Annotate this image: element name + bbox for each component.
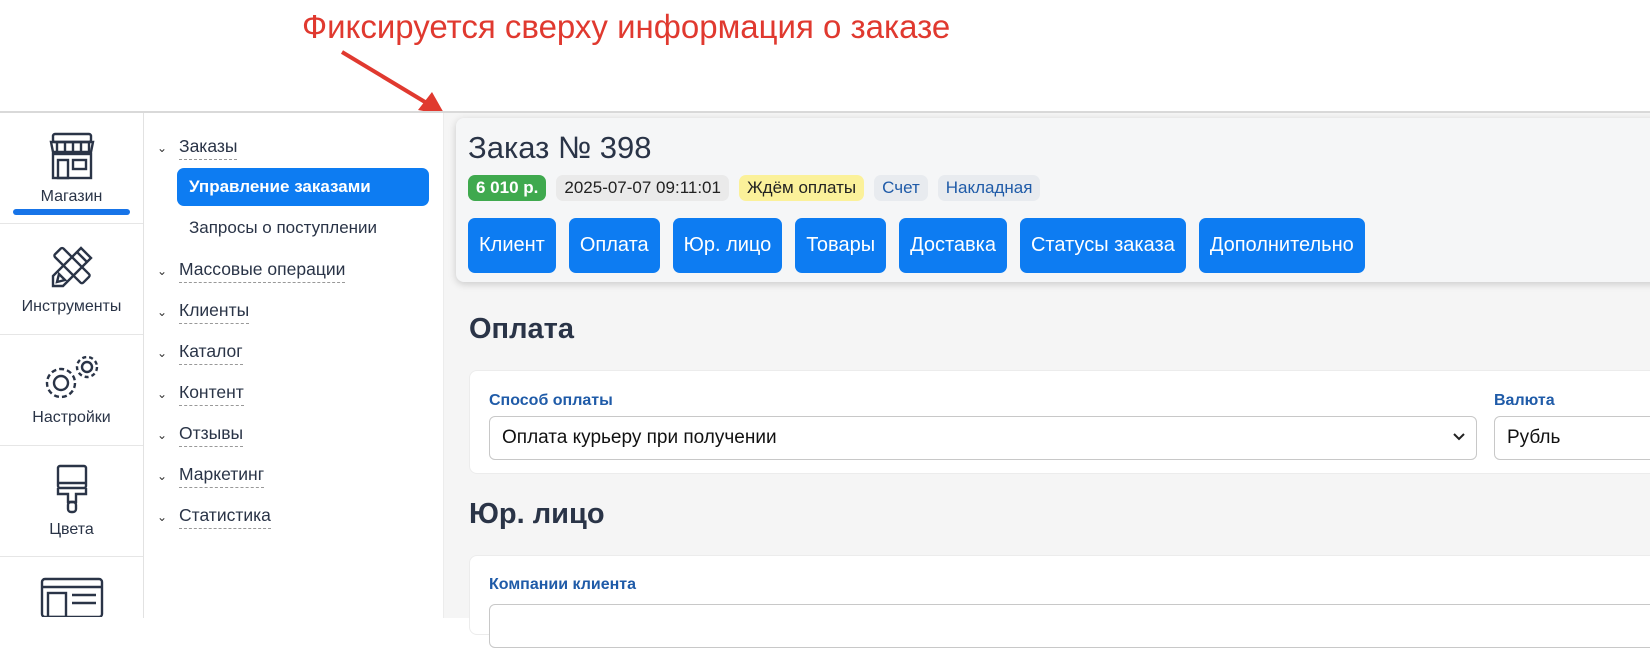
rail-item-more[interactable] xyxy=(0,557,143,617)
tools-icon xyxy=(51,246,93,288)
tab-client[interactable]: Клиент xyxy=(468,218,556,273)
store-icon xyxy=(49,132,94,180)
order-date-badge: 2025-07-07 09:11:01 xyxy=(556,175,729,201)
menu-group-label: Массовые операции xyxy=(179,259,346,283)
menu-group-label: Отзывы xyxy=(179,423,244,447)
main-content: Оплата Способ оплаты Оплата курьеру при … xyxy=(444,113,1650,648)
chevron-down-icon xyxy=(1453,433,1465,441)
rail-item-tools[interactable]: Инструменты xyxy=(0,224,143,335)
rail-item-colors[interactable]: Цвета xyxy=(0,446,143,557)
gears-icon xyxy=(45,355,98,399)
menu-group-orders[interactable]: ⌄ Заказы xyxy=(145,127,443,168)
chevron-down-icon: ⌄ xyxy=(157,468,168,483)
order-tabs: Клиент Оплата Юр. лицо Товары Доставка С… xyxy=(468,218,1365,273)
menu-group-label: Каталог xyxy=(179,341,243,365)
orders-submenu: Управление заказами Запросы о поступлени… xyxy=(145,168,443,247)
layout-icon xyxy=(40,577,103,617)
waybill-link[interactable]: Накладная xyxy=(937,175,1041,201)
order-status-badge: Ждём оплаты xyxy=(738,175,865,201)
payment-method-value: Оплата курьеру при получении xyxy=(502,427,777,448)
menu-group-catalog[interactable]: ⌄ Каталог xyxy=(145,332,443,373)
client-companies-select[interactable] xyxy=(489,604,1650,648)
chevron-down-icon: ⌄ xyxy=(157,427,168,442)
menu-group-label: Клиенты xyxy=(179,300,250,324)
chevron-down-icon: ⌄ xyxy=(157,140,168,155)
submenu-item-order-management[interactable]: Управление заказами xyxy=(177,168,429,206)
icon-rail: Магазин Инструменты Настройки Цвета xyxy=(0,113,144,618)
order-badges: 6 010 р. 2025-07-07 09:11:01 Ждём оплаты… xyxy=(468,175,1041,201)
chevron-down-icon: ⌄ xyxy=(157,345,168,360)
menu-group-label: Заказы xyxy=(179,136,238,160)
chevron-down-icon: ⌄ xyxy=(157,304,168,319)
annotation-arrow-icon xyxy=(340,50,445,115)
chevron-down-icon: ⌄ xyxy=(157,263,168,278)
rail-label: Цвета xyxy=(49,521,94,538)
tab-delivery[interactable]: Доставка xyxy=(899,218,1007,273)
legal-section-title: Юр. лицо xyxy=(469,498,605,530)
order-sum-badge: 6 010 р. xyxy=(468,175,547,201)
menu-group-reviews[interactable]: ⌄ Отзывы xyxy=(145,414,443,455)
currency-label: Валюта xyxy=(1494,392,1555,409)
invoice-link[interactable]: Счет xyxy=(874,175,928,201)
rail-label: Инструменты xyxy=(21,298,122,315)
menu-group-content[interactable]: ⌄ Контент xyxy=(145,373,443,414)
submenu-item-stock-requests[interactable]: Запросы о поступлении xyxy=(177,209,429,247)
tab-order-statuses[interactable]: Статусы заказа xyxy=(1019,218,1186,273)
menu-group-label: Статистика xyxy=(179,505,271,529)
rail-item-settings[interactable]: Настройки xyxy=(0,335,143,446)
menu-group-bulk[interactable]: ⌄ Массовые операции xyxy=(145,250,443,291)
payment-section-title: Оплата xyxy=(469,313,574,345)
tab-payment[interactable]: Оплата xyxy=(568,218,660,273)
client-companies-label: Компании клиента xyxy=(489,576,637,593)
rail-item-store[interactable]: Магазин xyxy=(0,113,143,224)
rail-label: Настройки xyxy=(32,409,111,426)
tab-additional[interactable]: Дополнительно xyxy=(1198,218,1365,273)
chevron-down-icon: ⌄ xyxy=(157,386,168,401)
order-title: Заказ № 398 xyxy=(468,130,652,165)
chevron-down-icon: ⌄ xyxy=(157,509,168,524)
annotation-text: Фиксируется сверху информация о заказе xyxy=(302,8,951,45)
app-window: Магазин Инструменты Настройки Цвета ⌄ За… xyxy=(0,111,1650,648)
sticky-order-header: Заказ № 398 6 010 р. 2025-07-07 09:11:01… xyxy=(456,118,1650,282)
menu-group-statistics[interactable]: ⌄ Статистика xyxy=(145,496,443,537)
brush-icon xyxy=(56,464,87,514)
menu-group-clients[interactable]: ⌄ Клиенты xyxy=(145,291,443,332)
menu-group-marketing[interactable]: ⌄ Маркетинг xyxy=(145,455,443,496)
currency-value: Рубль xyxy=(1507,427,1561,448)
payment-card: Способ оплаты Оплата курьеру при получен… xyxy=(469,370,1650,474)
payment-method-label: Способ оплаты xyxy=(489,392,613,409)
menu-group-label: Контент xyxy=(179,382,244,406)
menu-group-label: Маркетинг xyxy=(179,464,265,488)
tab-legal-entity[interactable]: Юр. лицо xyxy=(672,218,783,273)
rail-label: Магазин xyxy=(40,188,103,205)
legal-card: Компании клиента xyxy=(469,555,1650,648)
payment-method-select[interactable]: Оплата курьеру при получении xyxy=(489,416,1477,460)
section-menu: ⌄ Заказы Управление заказами Запросы о п… xyxy=(145,113,444,618)
tab-products[interactable]: Товары xyxy=(795,218,887,273)
active-indicator xyxy=(13,209,130,215)
currency-select[interactable]: Рубль xyxy=(1494,416,1650,460)
